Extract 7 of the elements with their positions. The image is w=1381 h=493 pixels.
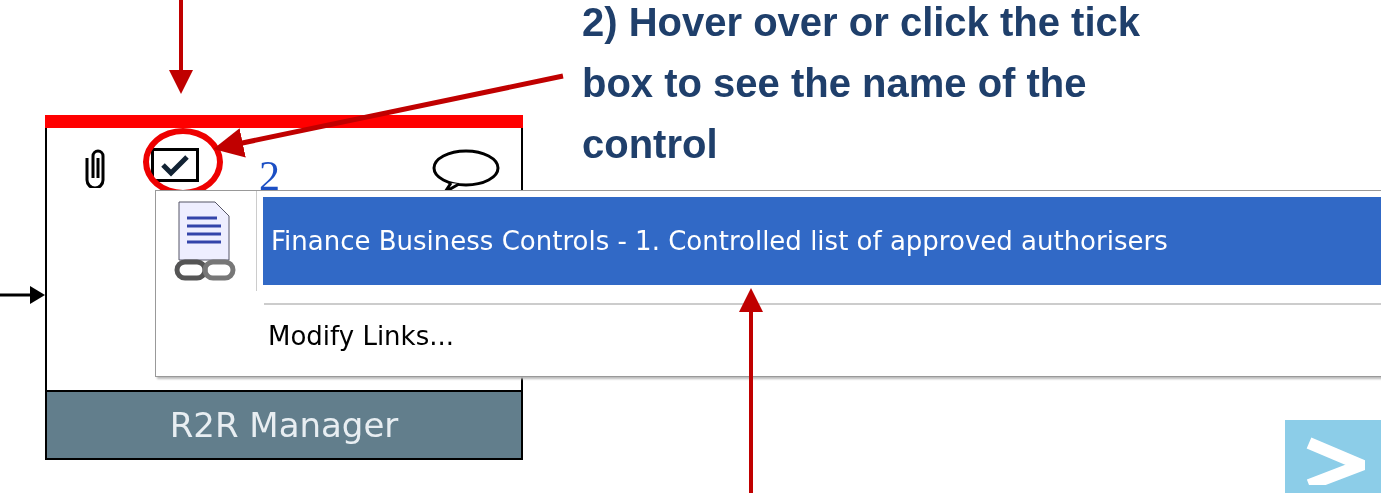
checkmark-icon <box>159 153 191 177</box>
menu-item[interactable]: Modify Links... <box>156 305 1381 351</box>
checkbox[interactable] <box>151 148 199 182</box>
annotation-text: 2) Hover over or click the tick box to see the name of the control <box>582 0 1141 168</box>
role-label: R2R Manager <box>45 390 523 460</box>
menu-item[interactable]: Finance Business Controls - 1. Controlled list of approved authorisers <box>263 197 1381 285</box>
count-label: 2 <box>259 156 280 196</box>
